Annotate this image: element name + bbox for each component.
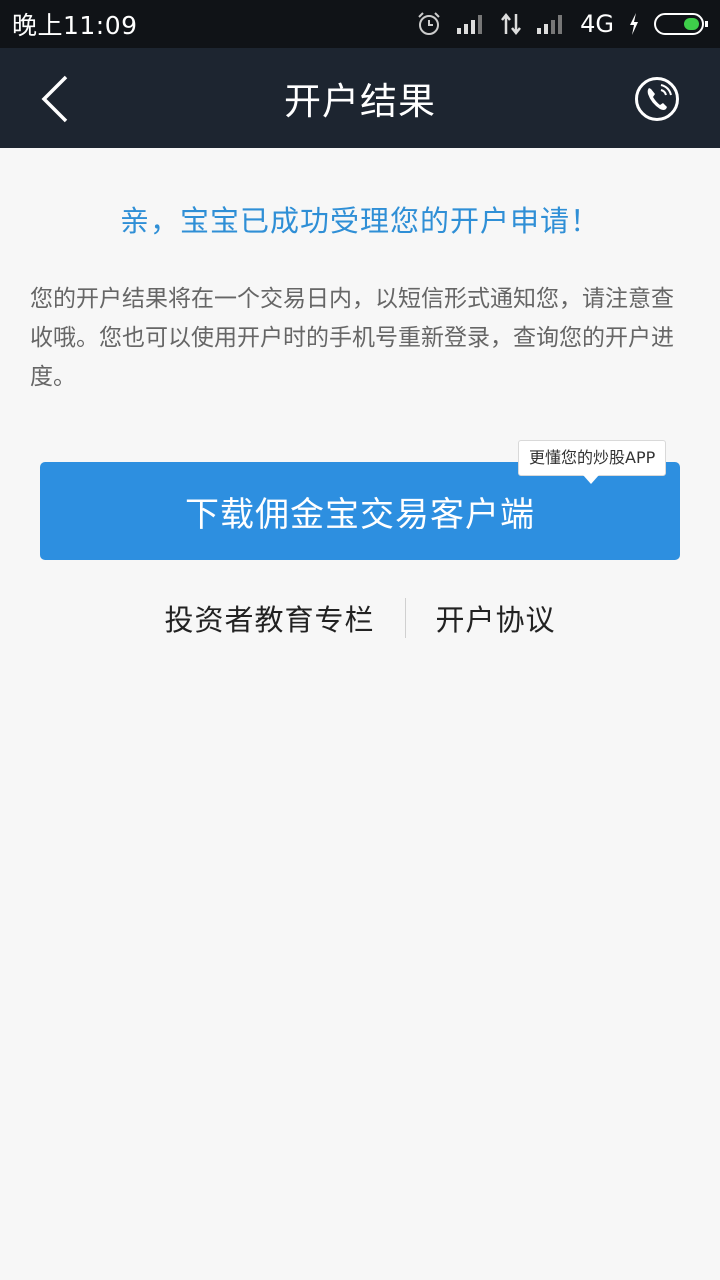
nav-bar: 开户结果 xyxy=(0,48,720,148)
main-content: 亲，宝宝已成功受理您的开户申请！ 您的开户结果将在一个交易日内，以短信形式通知您… xyxy=(0,148,720,1280)
signal-icon xyxy=(456,13,486,35)
chevron-left-icon xyxy=(41,75,68,123)
status-icons: 4G xyxy=(416,0,708,48)
data-arrows-icon xyxy=(500,12,522,36)
network-type: 4G xyxy=(580,10,614,38)
page-title: 开户结果 xyxy=(284,80,436,123)
signal-icon xyxy=(536,13,566,35)
back-button[interactable] xyxy=(36,74,80,124)
investor-education-link[interactable]: 投资者教育专栏 xyxy=(134,597,404,639)
phone-button[interactable] xyxy=(634,76,680,122)
success-title: 亲，宝宝已成功受理您的开户申请！ xyxy=(119,204,600,238)
footer-links: 投资者教育专栏 开户协议 xyxy=(0,596,720,640)
status-bar: 晚上11:09 4G xyxy=(0,0,720,48)
result-description: 您的开户结果将在一个交易日内，以短信形式通知您，请注意查收哦。您也可以使用开户时… xyxy=(30,286,674,390)
status-time: 晚上11:09 xyxy=(12,11,138,40)
battery-icon xyxy=(654,12,708,36)
app-tooltip: 更懂您的炒股APP xyxy=(518,440,667,484)
charging-icon xyxy=(628,12,640,36)
alarm-icon xyxy=(416,11,442,37)
phone-icon xyxy=(635,77,679,121)
account-agreement-link[interactable]: 开户协议 xyxy=(406,597,586,639)
